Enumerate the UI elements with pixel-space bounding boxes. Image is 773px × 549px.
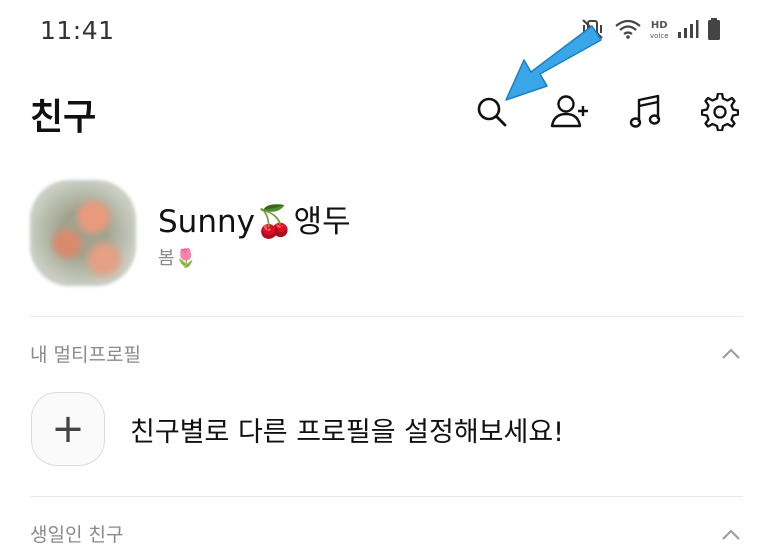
chevron-up-icon: [721, 527, 741, 546]
music-button[interactable]: [624, 92, 668, 136]
plus-icon: +: [51, 406, 85, 452]
hd-voice-icon: HD voice: [650, 21, 669, 41]
profile-name[interactable]: Sunny🍒앵두: [158, 196, 351, 241]
divider: [30, 496, 743, 497]
hd-label: HD: [650, 20, 668, 31]
section-title-birthday: 생일인 친구: [30, 524, 124, 546]
status-time: 11:41: [40, 16, 115, 45]
wifi-icon: [614, 17, 642, 45]
settings-icon: [700, 92, 740, 135]
add-multi-profile-button[interactable]: +: [31, 392, 105, 466]
collapse-birthday-button[interactable]: [721, 527, 741, 546]
annotation-arrow: [500, 22, 612, 118]
profile-status-message: 봄🌷: [158, 248, 197, 269]
multi-profile-prompt[interactable]: 친구별로 다른 프로필을 설정해보세요!: [130, 410, 564, 449]
avatar[interactable]: [30, 180, 136, 286]
collapse-multi-profile-button[interactable]: [721, 346, 741, 365]
chevron-up-icon: [721, 346, 741, 365]
signal-icon: [677, 18, 699, 44]
divider: [30, 316, 743, 317]
section-title-multi-profile: 내 멀티프로필: [30, 344, 141, 366]
voice-label: voice: [650, 32, 669, 40]
battery-icon: [707, 17, 721, 45]
music-icon: [628, 93, 664, 135]
page-title: 친구: [30, 97, 97, 138]
settings-button[interactable]: [698, 92, 742, 136]
